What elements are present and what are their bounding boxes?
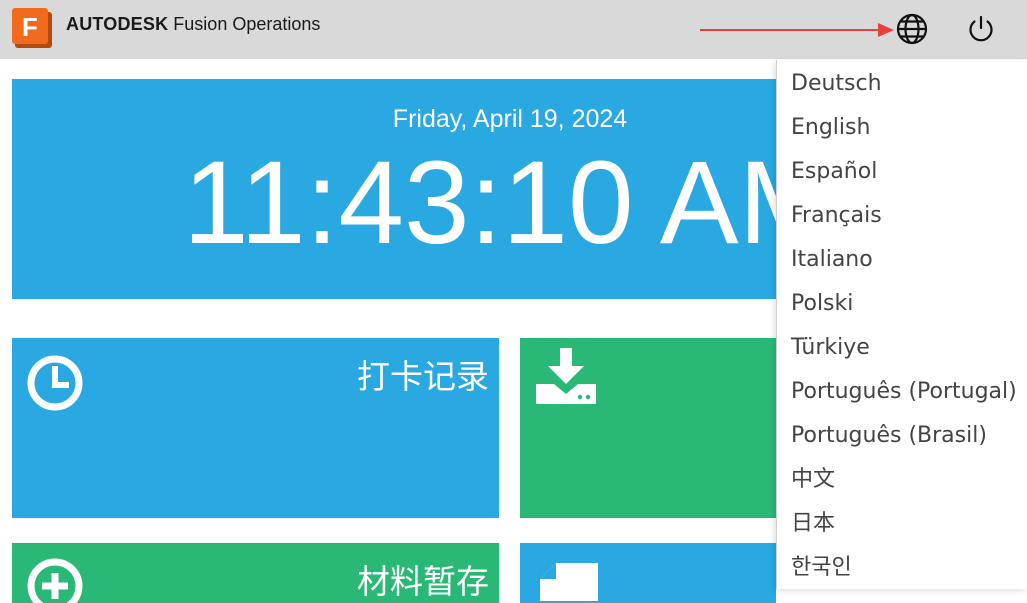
- brand-name: AUTODESK: [66, 14, 169, 34]
- tile-title: 材料暂存: [357, 562, 489, 601]
- fusion-logo-icon: F: [12, 8, 52, 48]
- language-option-turkiye[interactable]: Türkiye: [777, 324, 1027, 368]
- tile-download[interactable]: [520, 338, 776, 518]
- language-menu: Deutsch English Español Français Italian…: [776, 60, 1027, 589]
- language-option-chinese[interactable]: 中文: [777, 456, 1027, 500]
- download-icon: [536, 348, 596, 404]
- language-option-english[interactable]: English: [777, 104, 1027, 148]
- app-title: AUTODESK Fusion Operations: [66, 14, 320, 35]
- language-option-deutsch[interactable]: Deutsch: [777, 60, 1027, 104]
- logo-letter: F: [22, 12, 38, 42]
- language-option-korean[interactable]: 한국인: [777, 544, 1027, 588]
- language-option-espanol[interactable]: Español: [777, 148, 1027, 192]
- tile-material-staging[interactable]: 材料暂存: [12, 543, 499, 603]
- product-name: Fusion Operations: [173, 14, 321, 34]
- language-option-italiano[interactable]: Italiano: [777, 236, 1027, 280]
- top-bar: F AUTODESK Fusion Operations: [0, 0, 1027, 59]
- globe-icon: [896, 13, 928, 45]
- clock-icon: [27, 355, 83, 411]
- annotation-arrow-icon: [700, 23, 894, 37]
- plus-circle-icon: [27, 558, 83, 603]
- language-option-japanese[interactable]: 日本: [777, 500, 1027, 544]
- language-option-polski[interactable]: Polski: [777, 280, 1027, 324]
- language-globe-button[interactable]: [894, 11, 930, 47]
- tile-documents[interactable]: [520, 543, 776, 603]
- document-icon: [540, 563, 598, 601]
- power-button[interactable]: [963, 11, 999, 47]
- tile-clock-records[interactable]: 打卡记录: [12, 338, 499, 518]
- language-option-portugues-portugal[interactable]: Português (Portugal): [777, 368, 1027, 412]
- power-icon: [969, 15, 993, 42]
- tile-title: 打卡记录: [357, 357, 489, 396]
- language-option-portugues-brasil[interactable]: Português (Brasil): [777, 412, 1027, 456]
- language-option-francais[interactable]: Français: [777, 192, 1027, 236]
